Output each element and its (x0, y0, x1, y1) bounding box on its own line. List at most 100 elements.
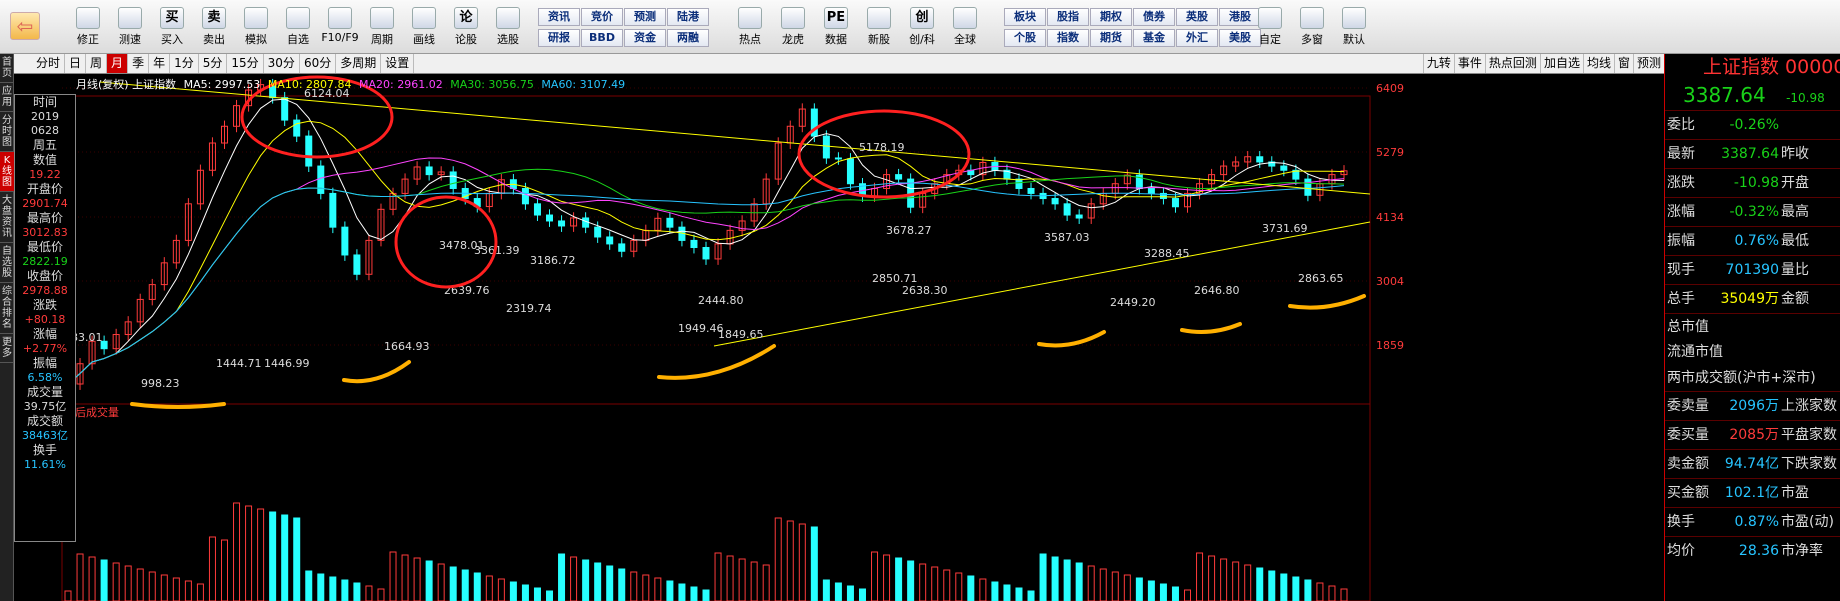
toolbar-grid-item[interactable]: 期权 (1090, 8, 1132, 26)
toolbar-grid-item[interactable]: 个股 (1004, 29, 1046, 47)
toolbar-grid-item[interactable]: 债券 (1133, 8, 1175, 26)
toolbar-grid-item[interactable]: 陆港 (667, 8, 709, 26)
toolbar-button-discuss[interactable]: 论论股 (446, 5, 486, 51)
toolbar-button-up-arrow[interactable]: 修正 (68, 5, 108, 51)
period-tab[interactable]: 月 (107, 54, 129, 73)
toolbar-button-pen[interactable]: 画线 (404, 5, 444, 51)
period-tab[interactable]: 季 (128, 54, 150, 73)
toolbar-button-dragon[interactable]: 龙虎 (773, 5, 813, 51)
toolbar-button-new-stock[interactable]: 新股 (859, 5, 899, 51)
side-tab[interactable]: 应用 (0, 83, 14, 112)
toolbar-grid-item[interactable]: 资金 (624, 29, 666, 47)
candle-body (521, 187, 529, 205)
side-tab[interactable]: 分时图 (0, 112, 14, 152)
period-tab[interactable]: 30分 (264, 54, 300, 73)
toolbar-grid-item[interactable]: 期货 (1090, 29, 1132, 47)
toolbar-button-clock[interactable]: 周期 (362, 5, 402, 51)
candle-body (317, 165, 325, 194)
chart-tool-button[interactable]: 窗 (1613, 54, 1633, 73)
period-tab[interactable]: 60分 (300, 54, 337, 73)
period-tab[interactable]: 5分 (199, 54, 228, 73)
sell-icon: 卖 (202, 7, 226, 29)
toolbar-button-star[interactable]: 自选 (278, 5, 318, 51)
candle-body (546, 214, 554, 222)
toolbar-button-buy[interactable]: 买买入 (152, 5, 192, 51)
data-window: 时间 2019 0628 周五 数值 19.22 开盘价 2901.74 最高价 3012.83 最… (14, 94, 76, 542)
side-tab[interactable]: 大盘资讯 (0, 192, 14, 243)
volume-bar (967, 575, 975, 601)
period-tab[interactable]: 15分 (227, 54, 264, 73)
volume-bar (642, 574, 650, 601)
toolbar-grid-item[interactable]: 研报 (538, 29, 580, 47)
buy-icon: 买 (160, 7, 184, 29)
chart-tool-button[interactable]: 事件 (1453, 54, 1485, 73)
period-tab[interactable]: 周 (86, 54, 108, 73)
quote-value: 0.76% (1734, 233, 1779, 249)
toolbar-grid-item[interactable]: 预测 (624, 8, 666, 26)
toolbar-button-hot[interactable]: 热点 (730, 5, 770, 51)
orange-underline-annotation (342, 360, 411, 384)
toolbar-grid-item[interactable]: 基金 (1133, 29, 1175, 47)
toolbar-button-f10[interactable]: F10/F9 (320, 5, 360, 51)
volume-bar (1196, 552, 1204, 601)
volume-bar (245, 505, 253, 601)
candle-body (1256, 156, 1264, 163)
toolbar-grid-item[interactable]: 英股 (1176, 8, 1218, 26)
side-tab[interactable]: 首页 (0, 54, 14, 83)
candle-body (594, 226, 602, 238)
volume-bar (1051, 556, 1059, 601)
y-axis-tick: 4134 (1376, 211, 1404, 224)
volume-bar (1087, 565, 1095, 601)
quote-row: 涨跌 -10.98 开盘 (1665, 168, 1840, 197)
back-arrow-icon[interactable]: ⇦ (10, 12, 40, 40)
toolbar-grid-item[interactable]: BBD (581, 29, 623, 47)
period-tab[interactable]: 多周期 (336, 54, 382, 73)
volume-bar (630, 571, 638, 601)
side-tab[interactable]: K线图 (0, 152, 14, 192)
period-tab[interactable]: 分时 (32, 54, 66, 73)
toolbar-button-multi-window[interactable]: 多窗 (1292, 5, 1332, 51)
toolbar-grid-item[interactable]: 外汇 (1176, 29, 1218, 47)
volume-bar (570, 556, 578, 601)
quote-key: 均价 (1667, 543, 1695, 559)
volume-bar (606, 565, 614, 601)
toolbar-button-home[interactable]: 默认 (1334, 5, 1374, 51)
toolbar-button-globe[interactable]: 全球 (945, 5, 985, 51)
chart-tool-button[interactable]: 热点回测 (1484, 54, 1540, 73)
toolbar-grid-item[interactable]: 竞价 (581, 8, 623, 26)
chart-tool-button[interactable]: 九转 (1422, 54, 1454, 73)
legend-ma5: MA5: 2997.53 (183, 78, 261, 91)
toolbar-button-sell[interactable]: 卖卖出 (194, 5, 234, 51)
toolbar-grid-item[interactable]: 板块 (1004, 8, 1046, 26)
data-window-value: 6.58% (27, 371, 63, 384)
period-tab[interactable]: 设置 (381, 54, 415, 73)
chart-tool-button[interactable]: 均线 (1582, 54, 1614, 73)
toolbar-grid-item[interactable]: 股指 (1047, 8, 1089, 26)
toolbar-button-custom[interactable]: 自定 (1250, 5, 1290, 51)
quote-plain-row: 总市值 (1665, 313, 1840, 339)
kline-chart-svg[interactable]: 640952794134300418596124.045178.193478.0… (14, 74, 1664, 601)
toolbar-button-chuang[interactable]: 创创/科 (902, 5, 942, 51)
volume-bar (389, 551, 397, 601)
period-tab[interactable]: 1分 (170, 54, 199, 73)
data-window-value: +2.77% (22, 342, 68, 355)
toolbar-button-speed[interactable]: 测速 (110, 5, 150, 51)
toolbar-button-select-stock[interactable]: 选股 (488, 5, 528, 51)
price-annotation: 3186.72 (530, 254, 576, 267)
side-tab[interactable]: 自选股 (0, 243, 14, 283)
side-tab[interactable]: 更多 (0, 334, 14, 363)
f10-icon (328, 7, 352, 29)
kline-chart[interactable]: 6409 5279 4134 3004 1859 6124.04 5178.19 3478.0… (14, 74, 1664, 601)
side-tab[interactable]: 综合排名 (0, 283, 14, 334)
toolbar-button-pe[interactable]: PE 数据 (816, 5, 856, 51)
toolbar-grid-item[interactable]: 指数 (1047, 29, 1089, 47)
period-tab[interactable]: 日 (65, 54, 87, 73)
toolbar-button-hammer[interactable]: 模拟 (236, 5, 276, 51)
data-window-label: 换手 (32, 443, 57, 457)
period-tab[interactable]: 年 (149, 54, 171, 73)
chart-tool-button[interactable]: 预测 (1632, 54, 1664, 73)
chart-tool-button[interactable]: 加自选 (1539, 54, 1583, 73)
data-window-value: 38463亿 (22, 429, 68, 442)
toolbar-grid-item[interactable]: 资讯 (538, 8, 580, 26)
toolbar-grid-item[interactable]: 两融 (667, 29, 709, 47)
